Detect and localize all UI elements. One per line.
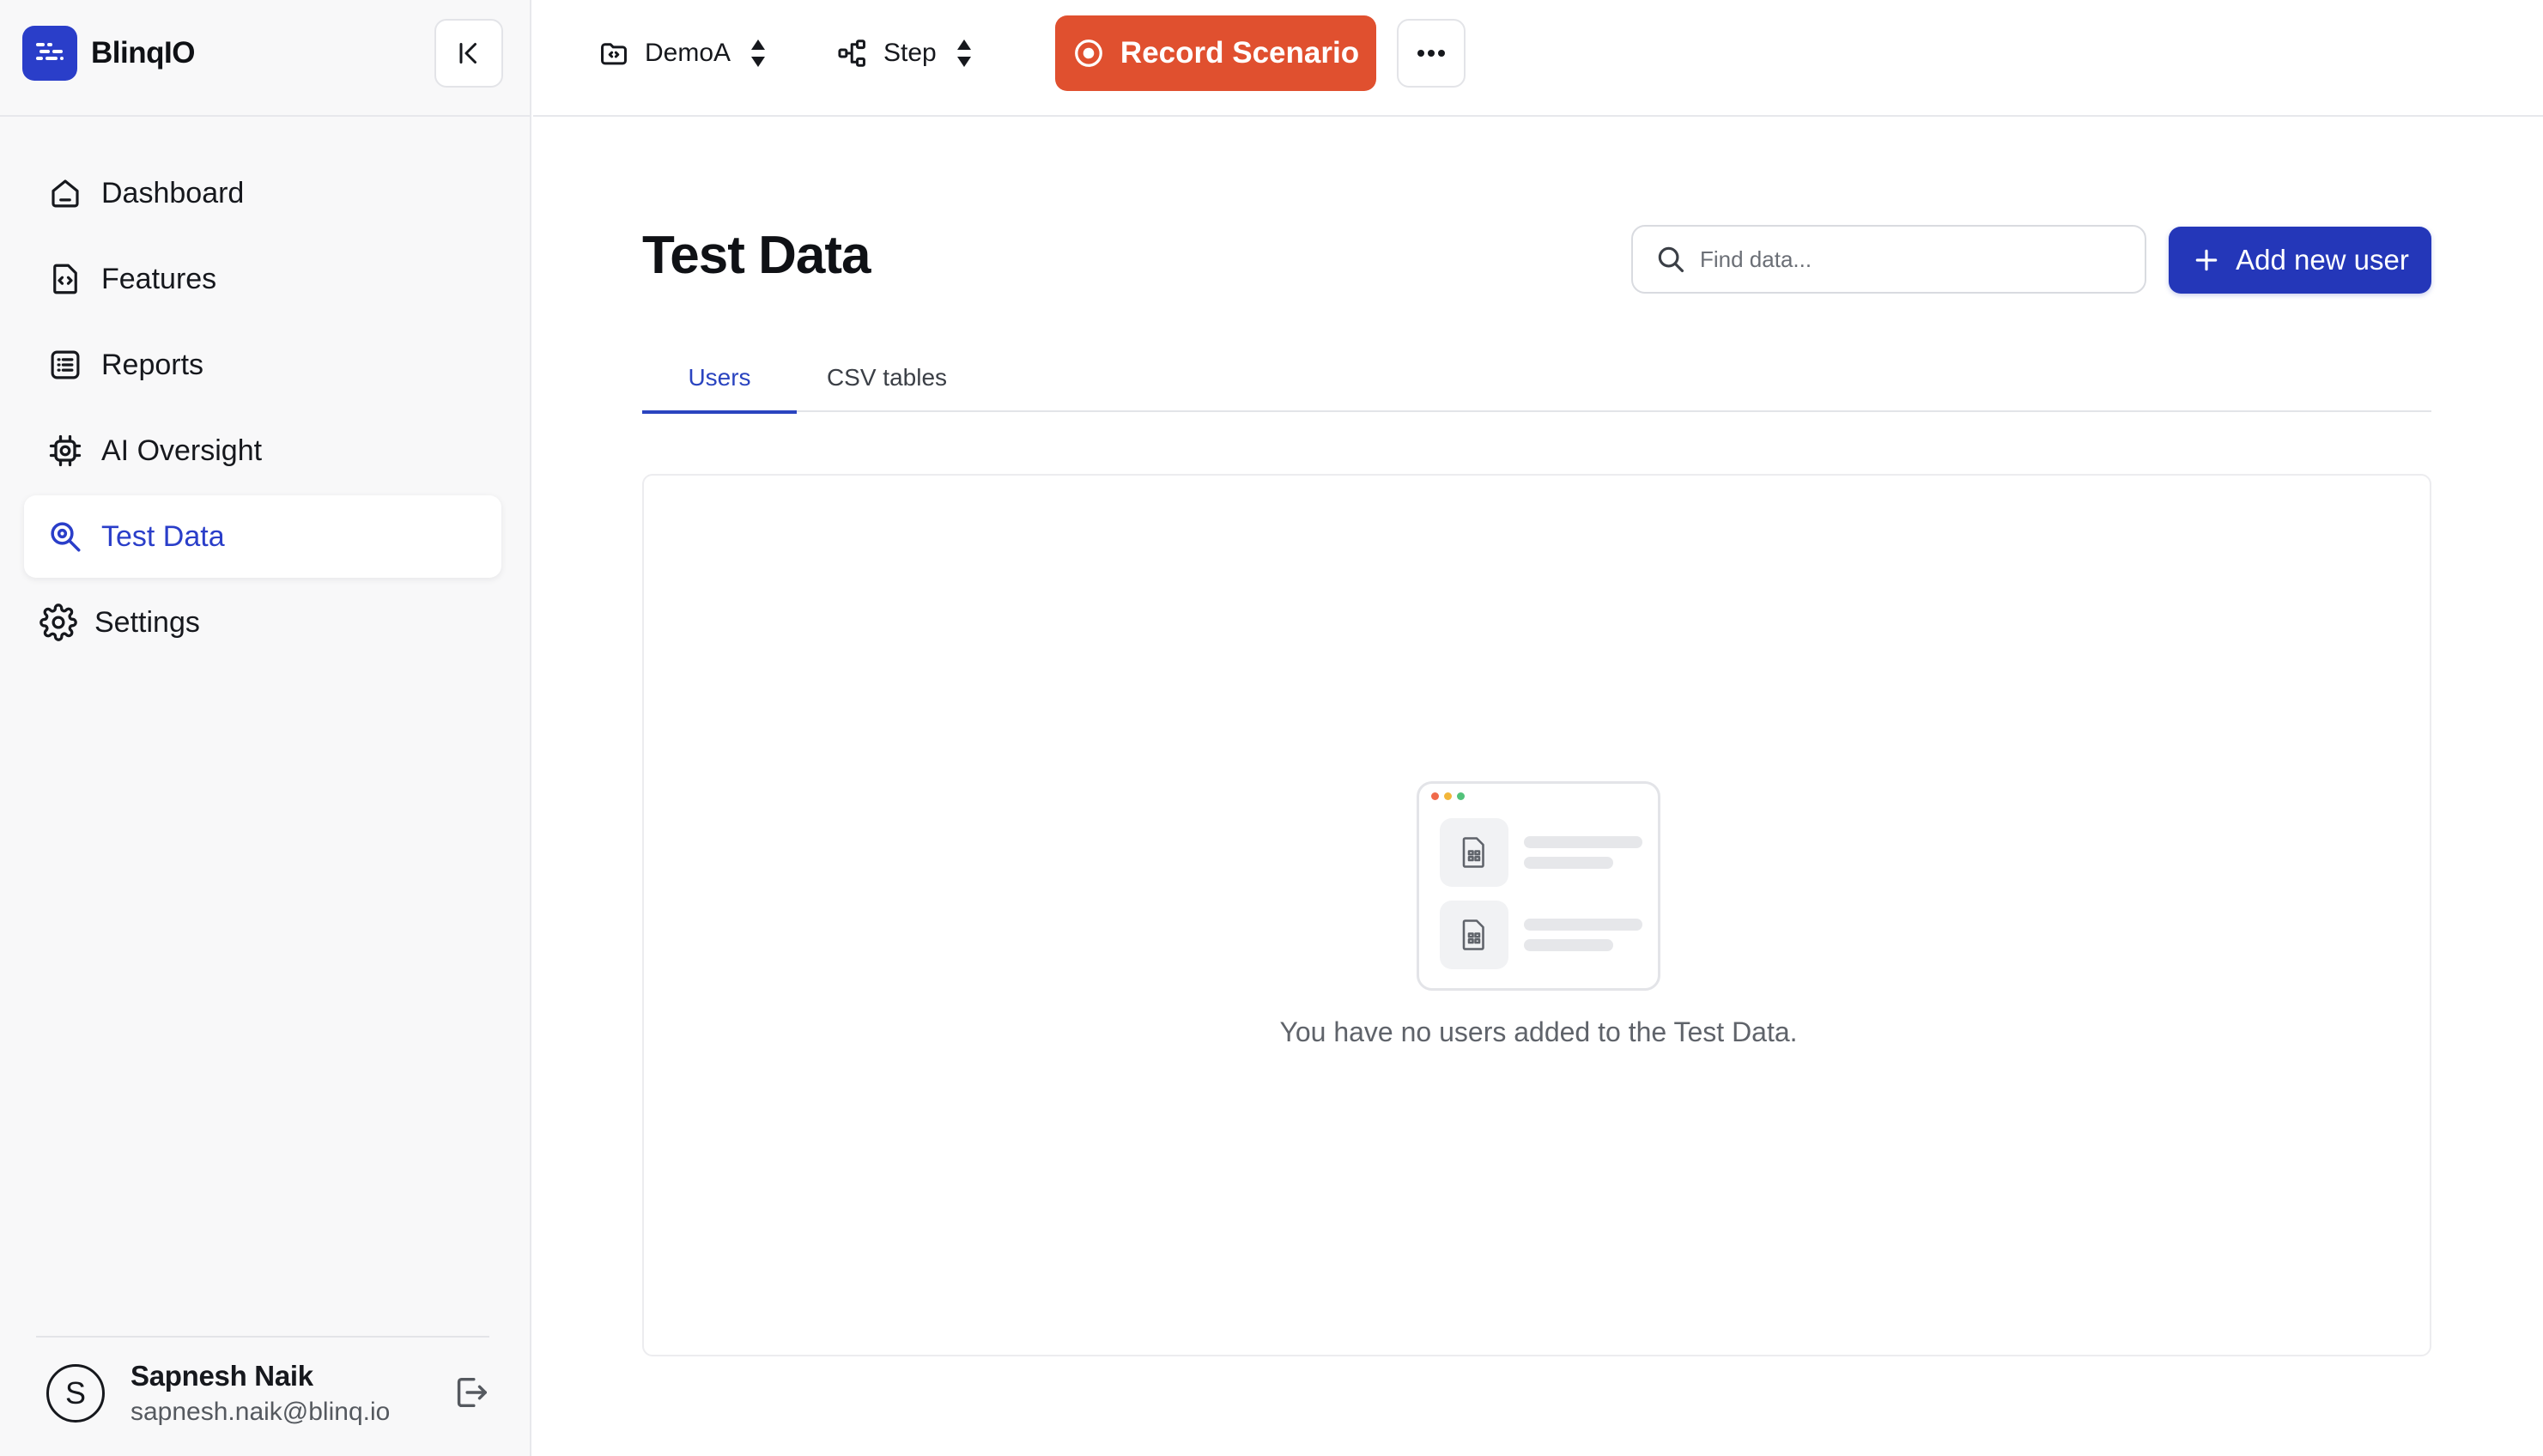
sidebar-footer-divider: [36, 1336, 489, 1338]
blinqio-logo-icon: [22, 26, 77, 81]
tab-csv-tables[interactable]: CSV tables: [797, 343, 977, 412]
collapse-sidebar-button[interactable]: [434, 19, 503, 88]
add-new-user-label: Add new user: [2236, 244, 2409, 276]
brand-name: BlinqIO: [91, 36, 195, 70]
document-icon: [1440, 818, 1508, 887]
sidebar-item-dashboard[interactable]: Dashboard: [24, 152, 501, 234]
page-title: Test Data: [642, 226, 871, 285]
sidebar-item-test-data[interactable]: Test Data: [24, 495, 501, 578]
feature-file-icon: [46, 260, 84, 298]
record-icon: [1072, 37, 1105, 70]
more-dots-icon: [1417, 50, 1445, 57]
avatar: S: [46, 1364, 105, 1423]
sidebar-item-reports[interactable]: Reports: [24, 324, 501, 406]
ai-chip-icon: [46, 432, 84, 470]
sidebar-item-label: Test Data: [101, 519, 225, 553]
tab-users[interactable]: Users: [642, 343, 797, 414]
more-options-button[interactable]: [1397, 19, 1466, 88]
sort-updown-icon: [750, 38, 767, 69]
empty-state-message: You have no users added to the Test Data…: [1279, 1016, 1798, 1047]
user-email: sapnesh.naik@blinq.io: [130, 1398, 391, 1426]
add-new-user-button[interactable]: Add new user: [2169, 227, 2431, 294]
logout-icon: [457, 1377, 487, 1408]
logout-button[interactable]: [448, 1370, 493, 1415]
record-scenario-label: Record Scenario: [1120, 36, 1360, 70]
sidebar-nav: Dashboard Features Reports AI Oversight …: [24, 152, 501, 667]
sidebar-item-ai-oversight[interactable]: AI Oversight: [24, 410, 501, 492]
step-flow-icon: [835, 36, 870, 70]
tab-bar: Users CSV tables: [642, 343, 2431, 414]
sidebar-divider: [0, 115, 531, 117]
sort-updown-icon: [956, 38, 973, 69]
home-icon: [46, 174, 84, 212]
record-scenario-button[interactable]: Record Scenario: [1055, 15, 1376, 91]
project-selector[interactable]: DemoA: [597, 31, 767, 76]
sidebar-item-label: Reports: [101, 348, 204, 381]
sidebar-item-label: Settings: [94, 605, 200, 639]
placeholder-row: [1440, 901, 1642, 969]
app-window: BlinqIO Dashboard Features Reports AI Ov…: [0, 0, 2543, 1456]
reports-list-icon: [46, 346, 84, 384]
test-data-search-icon: [46, 518, 84, 555]
user-profile[interactable]: S Sapnesh Naik sapnesh.naik@blinq.io: [46, 1360, 390, 1427]
mode-name: Step: [883, 39, 937, 67]
sidebar-item-label: Features: [101, 262, 217, 295]
plus-icon: [2191, 245, 2222, 276]
top-bar: DemoA Step Record Scenario: [533, 0, 2543, 117]
sidebar-item-features[interactable]: Features: [24, 238, 501, 320]
gear-icon: [39, 604, 77, 641]
search-input[interactable]: [1700, 246, 2112, 273]
search-box[interactable]: [1631, 225, 2146, 294]
user-info: Sapnesh Naik sapnesh.naik@blinq.io: [130, 1360, 390, 1427]
sidebar: BlinqIO Dashboard Features Reports AI Ov…: [0, 0, 531, 1456]
sidebar-item-settings[interactable]: Settings: [24, 581, 501, 664]
sidebar-item-label: AI Oversight: [101, 434, 263, 467]
search-icon: [1654, 242, 1688, 276]
document-icon: [1440, 901, 1508, 969]
window-dots: [1431, 792, 1470, 800]
user-name: Sapnesh Naik: [130, 1360, 313, 1392]
empty-state-illustration: [1417, 781, 1660, 991]
collapse-left-icon: [459, 43, 476, 64]
project-icon: [597, 36, 631, 70]
users-panel: You have no users added to the Test Data…: [642, 474, 2431, 1356]
mode-selector[interactable]: Step: [835, 31, 973, 76]
brand[interactable]: BlinqIO: [22, 24, 195, 82]
placeholder-row: [1440, 818, 1642, 887]
project-name: DemoA: [645, 39, 731, 67]
sidebar-item-label: Dashboard: [101, 176, 245, 209]
